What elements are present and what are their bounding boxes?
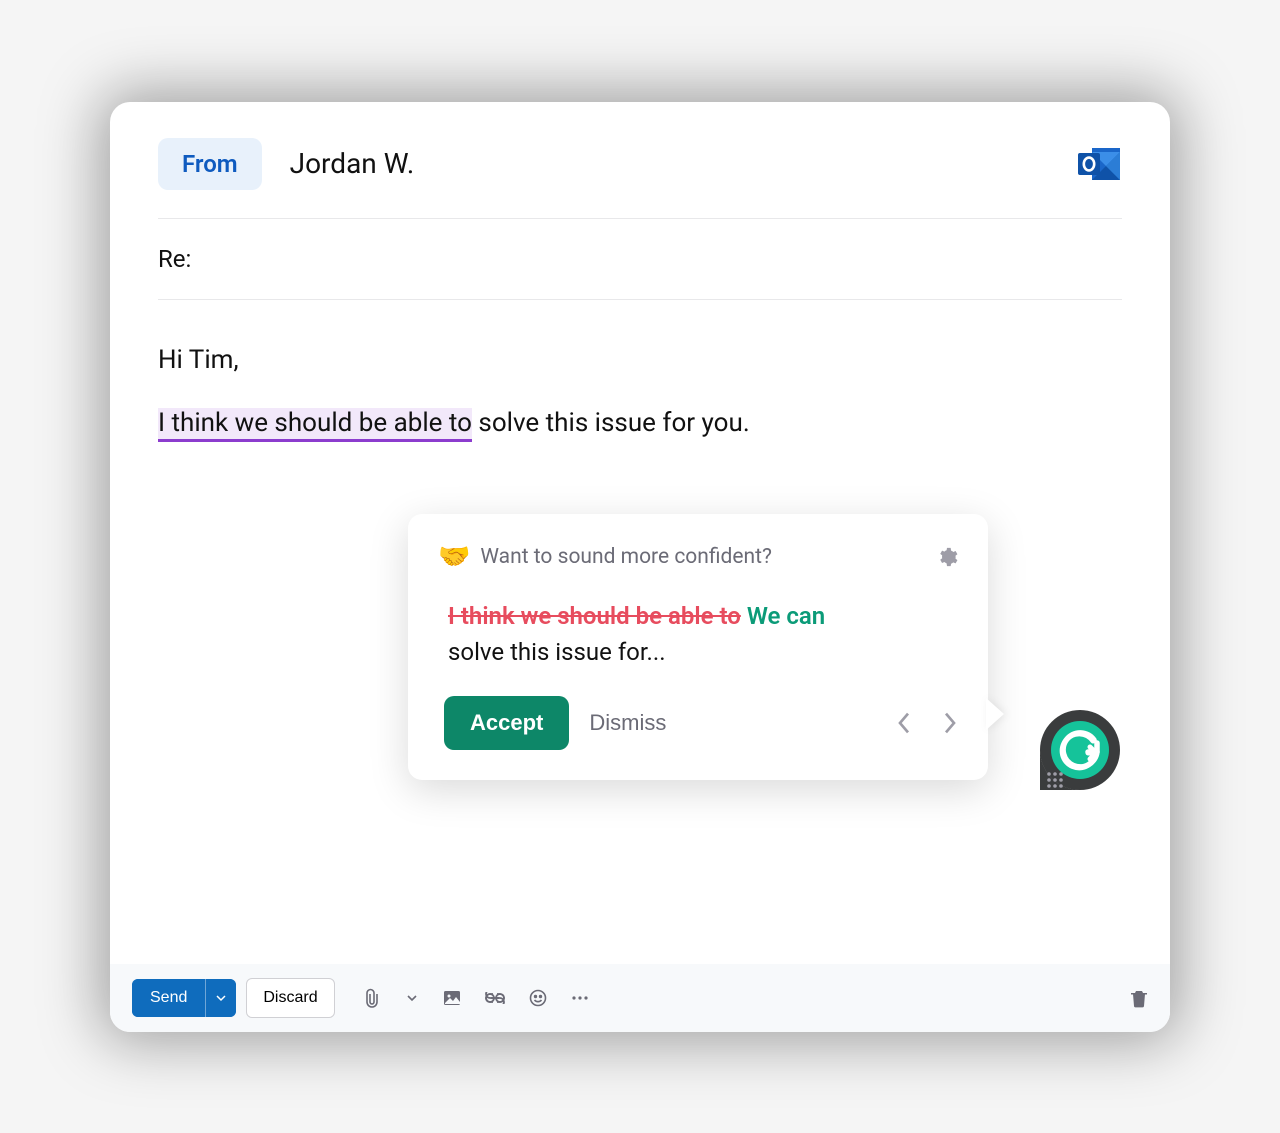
image-icon[interactable] — [443, 989, 461, 1007]
grammarly-badge-icon[interactable] — [1038, 708, 1122, 792]
strikethrough-text: I think we should be able to — [448, 602, 741, 630]
from-value[interactable]: Jordan W. — [290, 147, 1078, 180]
from-label-button[interactable]: From — [158, 138, 262, 190]
accept-button[interactable]: Accept — [444, 696, 569, 750]
link-icon[interactable] — [485, 992, 505, 1004]
sentence-rest: solve this issue for you. — [472, 408, 750, 438]
popup-title: Want to sound more confident? — [480, 545, 936, 569]
popup-header: 🤝 Want to sound more confident? — [438, 542, 958, 572]
replacement-text: We can — [747, 602, 825, 630]
footer-toolbar: Send Discard — [110, 964, 1170, 1032]
outlook-icon — [1078, 144, 1122, 184]
suggestion-rest-text: solve this issue for... — [448, 638, 666, 666]
grammarly-suggestion-popup: 🤝 Want to sound more confident? I think … — [408, 514, 988, 780]
emoji-icon[interactable] — [529, 989, 547, 1007]
suggestion-text: I think we should be able to We can solv… — [438, 598, 958, 670]
send-button-group: Send — [132, 979, 236, 1017]
trash-icon[interactable] — [1130, 988, 1148, 1008]
discard-button[interactable]: Discard — [246, 978, 334, 1018]
send-button[interactable]: Send — [132, 979, 205, 1017]
subject-field[interactable]: Re: — [158, 219, 1122, 300]
dismiss-button[interactable]: Dismiss — [589, 710, 666, 736]
footer-icons — [363, 988, 589, 1008]
subject-prefix: Re: — [158, 245, 191, 273]
email-body[interactable]: Hi Tim, I think we should be able to sol… — [158, 300, 1122, 445]
popup-actions: Accept Dismiss — [438, 696, 958, 750]
prev-suggestion-icon[interactable] — [896, 711, 912, 735]
chevron-down-icon[interactable] — [405, 991, 419, 1005]
nav-arrows — [896, 711, 958, 735]
from-row: From Jordan W. — [158, 102, 1122, 219]
attachment-icon[interactable] — [363, 988, 381, 1008]
next-suggestion-icon[interactable] — [942, 711, 958, 735]
send-options-button[interactable] — [205, 979, 236, 1017]
highlighted-phrase[interactable]: I think we should be able to — [158, 408, 472, 442]
body-sentence: I think we should be able to solve this … — [158, 403, 1122, 445]
greeting-text: Hi Tim, — [158, 340, 1122, 382]
email-compose-window: From Jordan W. Re: Hi Tim, I think we sh… — [110, 102, 1170, 1032]
more-icon[interactable] — [571, 995, 589, 1001]
handshake-icon: 🤝 — [438, 542, 470, 572]
gear-icon[interactable] — [936, 546, 958, 568]
